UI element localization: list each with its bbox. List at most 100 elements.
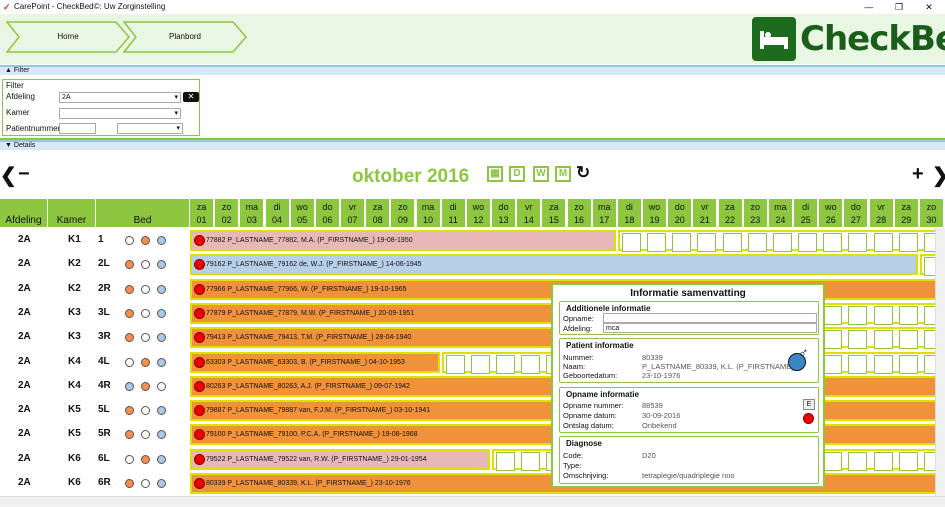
afdeling-popup-input[interactable]: mca [603, 323, 817, 333]
bed-status-icon[interactable] [141, 236, 150, 245]
bed-status-icon[interactable] [157, 357, 166, 367]
bed-status-icon[interactable] [141, 284, 150, 294]
free-day-cell[interactable] [823, 305, 843, 325]
horizontal-scrollbar[interactable] [0, 496, 945, 507]
view-month-button[interactable]: M [555, 166, 571, 182]
filter-section-toggle[interactable]: ▲ Filter [0, 65, 945, 75]
bed-status-icon[interactable] [125, 479, 134, 488]
free-day-cell[interactable] [898, 305, 918, 325]
free-day-cell[interactable] [898, 451, 918, 471]
free-day-cell[interactable] [697, 233, 717, 252]
bed-status-icon[interactable] [141, 260, 150, 270]
bed-status-icon[interactable] [141, 381, 150, 391]
bed-status-icon[interactable] [141, 479, 150, 488]
zoom-out-button[interactable]: − [18, 163, 30, 186]
free-day-cell[interactable] [898, 354, 918, 374]
free-day-cell[interactable] [672, 233, 692, 252]
home-button[interactable]: Home [6, 21, 130, 53]
patientnummer-select[interactable] [117, 123, 183, 134]
free-day-cell[interactable] [873, 233, 893, 252]
bed-status-icon[interactable] [141, 430, 150, 440]
free-day-cell[interactable] [496, 354, 516, 374]
free-day-cell[interactable] [823, 233, 843, 252]
occupancy-bar[interactable]: 77882 P_LASTNAME_77882, M.A. (P_FIRSTNAM… [190, 230, 616, 251]
bed-status-icon[interactable] [157, 454, 166, 464]
calendar-icon[interactable]: ▦ [487, 166, 503, 182]
free-day-cell[interactable] [823, 451, 843, 471]
free-day-cell[interactable] [521, 451, 541, 471]
bed-status-icon[interactable] [125, 454, 134, 464]
free-day-cell[interactable] [848, 305, 868, 325]
bed-status-icon[interactable] [157, 284, 166, 294]
bed-status-icon[interactable] [125, 284, 134, 294]
bed-status-icon[interactable] [125, 308, 134, 318]
opname-input[interactable] [603, 313, 817, 323]
maximize-button[interactable]: ❒ [884, 0, 914, 14]
free-day-cell[interactable] [798, 233, 818, 252]
free-day-cell[interactable] [848, 451, 868, 471]
bed-status-icon[interactable] [141, 333, 150, 343]
bed-status-icon[interactable] [125, 381, 134, 391]
free-day-cell[interactable] [747, 233, 767, 252]
free-day-cell[interactable] [898, 233, 918, 252]
bed-status-icon[interactable] [125, 333, 134, 343]
occupancy-bar[interactable]: 79162 P_LASTNAME_79162 de, W.J. (P_FIRST… [190, 254, 918, 276]
bed-status-icon[interactable] [157, 406, 166, 416]
bed-status-icon[interactable] [125, 406, 134, 416]
bed-status-icon[interactable] [141, 454, 150, 464]
bed-status-icon[interactable] [157, 236, 166, 245]
free-day-cell[interactable] [647, 233, 667, 252]
zoom-in-button[interactable]: + [912, 163, 924, 186]
clear-icon[interactable]: ✕ [183, 92, 199, 102]
bed-status-icon[interactable] [141, 357, 150, 367]
free-day-cell[interactable] [470, 354, 490, 374]
occupancy-bar[interactable]: 63303 P_LASTNAME_63303, B. (P_FIRSTNAME_… [190, 351, 440, 373]
row-bed: 2L [98, 258, 110, 270]
free-day-cell[interactable] [848, 354, 868, 374]
free-day-cell[interactable] [621, 233, 641, 252]
bed-status-icon[interactable] [157, 260, 166, 270]
view-week-button[interactable]: W [533, 166, 549, 182]
free-day-cell[interactable] [823, 354, 843, 374]
bed-status-icon[interactable] [157, 430, 166, 440]
free-day-cell[interactable] [521, 354, 541, 374]
bed-status-icon[interactable] [125, 260, 134, 270]
planbord-button[interactable]: Planbord [123, 21, 247, 53]
close-button[interactable]: ✕ [914, 0, 944, 14]
bed-status-icon[interactable] [141, 308, 150, 318]
view-day-button[interactable]: D [509, 166, 525, 182]
vertical-scrollbar[interactable] [935, 228, 945, 496]
next-month-icon[interactable]: ❯ [932, 163, 945, 188]
bed-status-icon[interactable] [141, 406, 150, 416]
edit-button[interactable]: E [803, 399, 815, 410]
bed-status-icon[interactable] [157, 308, 166, 318]
free-day-cell[interactable] [898, 330, 918, 350]
patientnummer-input[interactable] [59, 123, 96, 134]
bed-status-icon[interactable] [157, 479, 166, 488]
free-day-cell[interactable] [848, 233, 868, 252]
bed-status-icon[interactable] [125, 430, 134, 440]
bed-status-icon[interactable] [157, 333, 166, 343]
free-day-cell[interactable] [823, 330, 843, 350]
details-section-toggle[interactable]: ▼ Details [0, 140, 945, 150]
free-day-cell[interactable] [722, 233, 742, 252]
bed-status-icon[interactable] [125, 357, 134, 367]
free-day-cell[interactable] [873, 354, 893, 374]
free-day-cell[interactable] [873, 451, 893, 471]
row-afdeling: 2A [18, 282, 31, 294]
kamer-select[interactable] [59, 108, 181, 119]
afdeling-select[interactable]: 2A [59, 92, 181, 103]
free-day-cell[interactable] [873, 305, 893, 325]
patient-label: 79413 P_LASTNAME_79413, T.M. (P_FIRSTNAM… [206, 334, 412, 342]
free-day-cell[interactable] [445, 354, 465, 374]
free-day-cell[interactable] [848, 330, 868, 350]
bed-status-icon[interactable] [157, 381, 166, 391]
bed-status-icon[interactable] [125, 236, 134, 245]
free-day-cell[interactable] [772, 233, 792, 252]
refresh-icon[interactable]: ↻ [576, 163, 590, 183]
occupancy-bar[interactable]: 79522 P_LASTNAME_79522 van, R.W. (P_FIRS… [190, 448, 491, 470]
minimize-button[interactable]: — [854, 0, 884, 14]
free-day-cell[interactable] [873, 330, 893, 350]
free-day-cell[interactable] [496, 451, 516, 471]
prev-month-icon[interactable]: ❮ [0, 163, 17, 188]
